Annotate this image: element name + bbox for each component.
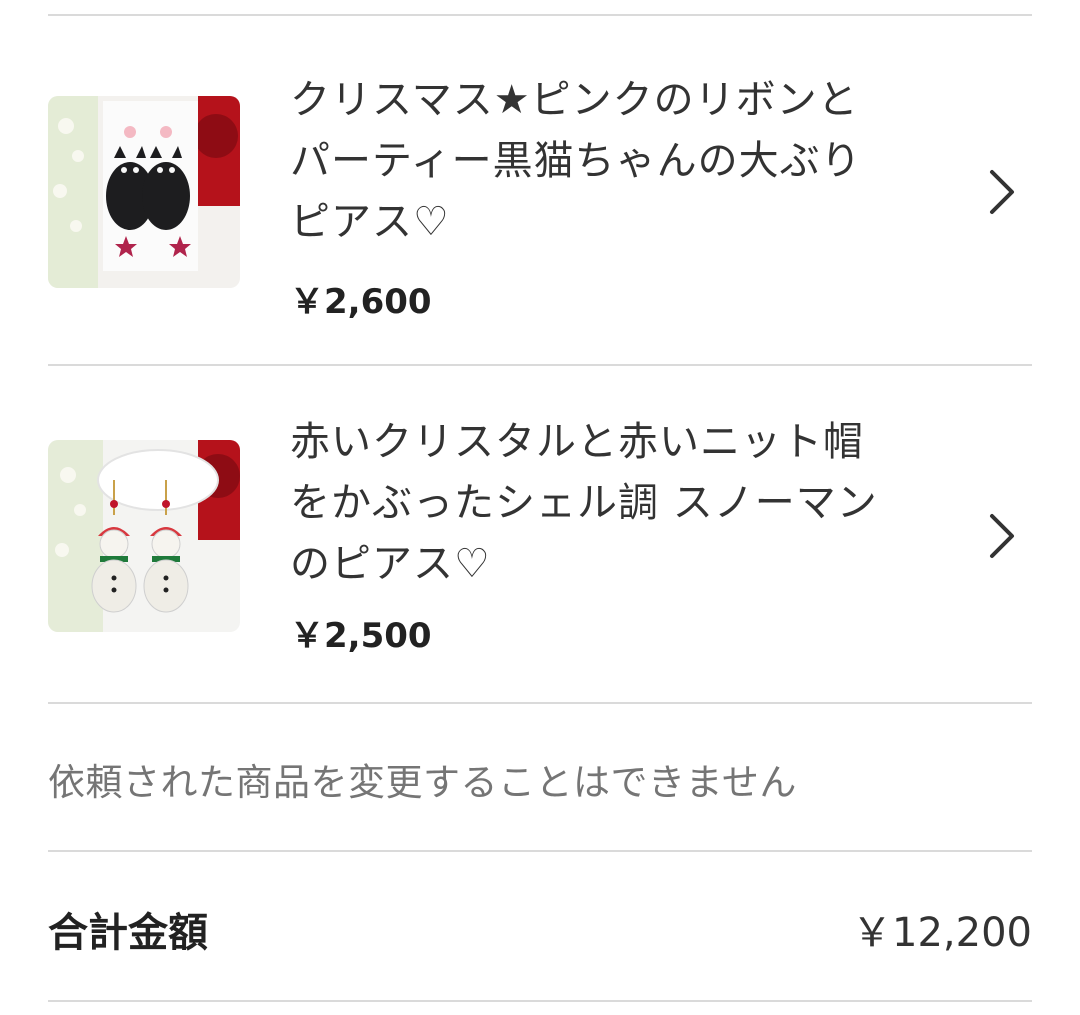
product-thumbnail-black-cat[interactable] (48, 96, 240, 288)
change-not-allowed-notice: 依頼された商品を変更することはできません (48, 761, 797, 804)
chevron-right-icon[interactable] (982, 506, 1022, 566)
product-title-line: クリスマス★ピンクのリボンと (290, 77, 859, 123)
product-thumbnail-snowman[interactable] (48, 440, 240, 632)
divider (48, 850, 1032, 852)
product-title[interactable]: クリスマス★ピンクのリボンと パーティー黒猫ちゃんの大ぶり ピアス♡ (290, 70, 910, 253)
divider (48, 14, 1032, 16)
product-title-line: ピアス♡ (290, 199, 450, 245)
product-price: ￥2,600 (290, 282, 432, 322)
total-amount-label: 合計金額 (48, 910, 208, 956)
order-summary: クリスマス★ピンクのリボンと パーティー黒猫ちゃんの大ぶり ピアス♡ ￥2,60… (0, 0, 1080, 1015)
product-title-line: をかぶったシェル調 スノーマン (290, 480, 878, 526)
product-price: ￥2,500 (290, 616, 432, 656)
snowman-earrings-image (48, 440, 240, 632)
black-cat-earrings-image (48, 96, 240, 288)
divider (48, 1000, 1032, 1002)
divider (48, 702, 1032, 704)
product-row[interactable]: 赤いクリスタルと赤いニット帽 をかぶったシェル調 スノーマン のピアス♡ ￥2,… (48, 408, 1032, 688)
chevron-right-icon[interactable] (982, 162, 1022, 222)
product-title[interactable]: 赤いクリスタルと赤いニット帽 をかぶったシェル調 スノーマン のピアス♡ (290, 412, 910, 595)
product-title-line: 赤いクリスタルと赤いニット帽 (290, 419, 864, 465)
product-title-line: パーティー黒猫ちゃんの大ぶり (290, 138, 862, 184)
product-title-line: のピアス♡ (290, 541, 491, 587)
total-amount-value: ￥12,200 (852, 910, 1032, 956)
divider (48, 364, 1032, 366)
product-row[interactable]: クリスマス★ピンクのリボンと パーティー黒猫ちゃんの大ぶり ピアス♡ ￥2,60… (48, 64, 1032, 344)
